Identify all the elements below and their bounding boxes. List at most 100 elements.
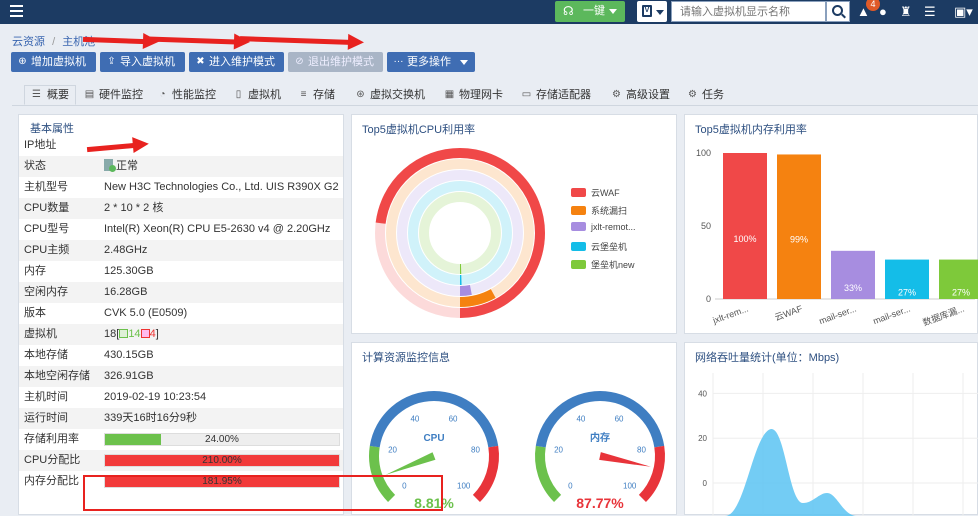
vm-icon: V xyxy=(642,5,652,17)
add-vm-button[interactable]: ⊕ 增加虚拟机 xyxy=(11,52,96,72)
x-tick-label: jxlt-rem... xyxy=(711,303,750,325)
gauge-tick-label: 60 xyxy=(449,415,458,424)
tab-storage-adapter[interactable]: ▭ 存储适配器 xyxy=(519,86,591,106)
property-row: 本地空闲存储 326.91GB xyxy=(19,366,343,387)
wrench-icon: ✖ xyxy=(196,56,205,67)
alert-count-badge: 4 xyxy=(866,0,880,11)
tab-label: 虚拟交换机 xyxy=(370,89,425,101)
tab-label: 高级设置 xyxy=(626,89,670,101)
tab-advanced[interactable]: ⚙ 高级设置 xyxy=(609,86,670,106)
gauge-tick-label: 60 xyxy=(615,415,624,424)
gauge-tick-label: 40 xyxy=(410,415,419,424)
menu-icon[interactable] xyxy=(10,5,23,17)
tab-nic[interactable]: ▦ 物理网卡 xyxy=(442,86,503,106)
plus-circle-icon: ⊕ xyxy=(18,56,27,67)
gauge-needle xyxy=(385,452,436,475)
property-row: 本地存储 430.15GB xyxy=(19,345,343,366)
y-tick-label: 40 xyxy=(698,389,707,398)
y-tick-label: 0 xyxy=(706,294,711,304)
property-row: CPU数量 2 * 10 * 2 核 xyxy=(19,198,343,219)
property-key: 主机型号 xyxy=(24,181,68,193)
property-key: 运行时间 xyxy=(24,412,68,424)
tab-label: 存储 xyxy=(313,89,335,101)
legend-item[interactable]: 云堡垒机 xyxy=(571,240,627,253)
shirt-icon[interactable]: ♜ xyxy=(900,4,912,19)
status-text: 正常 xyxy=(116,160,138,172)
property-key: 本地存储 xyxy=(24,349,68,361)
breadcrumb-root[interactable]: 云资源 xyxy=(12,36,45,48)
breadcrumb-separator: / xyxy=(52,36,56,48)
gauge-label: 内存 xyxy=(590,431,610,444)
tab-vswitch[interactable]: ⊛ 虚拟交换机 xyxy=(353,86,425,106)
tab-summary[interactable]: ☰ 概要 xyxy=(24,85,76,105)
more-actions-button[interactable]: ··· 更多操作 xyxy=(387,52,475,72)
property-key: 空闲内存 xyxy=(24,286,68,298)
legend-item[interactable]: 堡垒机new xyxy=(571,258,635,271)
property-value: Intel(R) Xeon(R) CPU E5-2630 v4 @ 2.20GH… xyxy=(104,223,331,235)
property-value: 125.30GB xyxy=(104,265,154,277)
x-tick-label: 云WAF xyxy=(773,303,804,322)
vm-search-input[interactable] xyxy=(671,1,826,22)
property-row: CPU主频 2.48GHz xyxy=(19,240,343,261)
annotation-arrow xyxy=(239,36,351,45)
legend-swatch xyxy=(571,206,586,215)
property-value: 16.28GB xyxy=(104,286,148,298)
property-key: 虚拟机 xyxy=(24,328,57,340)
property-key: IP地址 xyxy=(24,139,57,151)
property-row: 运行时间 339天16时16分9秒 xyxy=(19,408,343,429)
gauge-tick-label: 20 xyxy=(554,445,563,454)
ellipsis-icon: ··· xyxy=(393,56,404,67)
import-vm-button[interactable]: ⇪ 导入虚拟机 xyxy=(100,52,185,72)
adapter-icon: ▭ xyxy=(521,89,532,100)
tab-tasks[interactable]: ⚙ 任务 xyxy=(685,86,724,106)
legend-swatch xyxy=(571,242,586,251)
enter-maintenance-button[interactable]: ✖ 进入维护模式 xyxy=(189,52,284,72)
gauge-tick-label: 20 xyxy=(388,445,397,454)
list-icon[interactable]: ☰ xyxy=(924,4,936,19)
gauge-icon: ◔ xyxy=(159,89,166,100)
more-actions-label: 更多操作 xyxy=(407,56,451,68)
mem-top5-chart: 0 50 100 100% jxlt-rem... 99% 云WAF 33% mail-ser.… xyxy=(696,148,978,328)
tab-label: 虚拟机 xyxy=(248,89,281,101)
vm-count-value: 18[14 4] xyxy=(104,328,159,340)
legend-label: jxlt-remot... xyxy=(591,222,636,232)
database-icon: ≡ xyxy=(300,89,307,100)
legend-swatch xyxy=(571,222,586,231)
tab-performance[interactable]: ◔ 性能监控 xyxy=(155,86,216,106)
x-tick-label: 数据库漏... xyxy=(921,303,966,328)
bar-value-label: 33% xyxy=(844,283,862,293)
gauge-tick-label: 40 xyxy=(576,415,585,424)
gauge-tick-label: 80 xyxy=(637,445,646,454)
top-bar: ☊ 一键 V ▲ 4 ● ♜ ☰ ▣▾ xyxy=(0,0,978,24)
bulb-icon: ☊ xyxy=(563,4,574,18)
search-button[interactable] xyxy=(826,1,850,22)
property-row: 存储利用率 24.00% xyxy=(19,429,343,450)
gauge-tick-label: 0 xyxy=(568,482,573,491)
gauge-value: 87.77% xyxy=(576,495,624,511)
legend-item[interactable]: 系统漏扫 xyxy=(571,204,627,217)
x-tick-label: mail-ser... xyxy=(818,303,858,326)
property-row: 主机型号 New H3C Technologies Co., Ltd. UIS R… xyxy=(19,177,343,198)
property-key: CPU分配比 xyxy=(24,454,81,466)
one-click-button[interactable]: ☊ 一键 xyxy=(555,1,625,22)
user-icon[interactable]: ● xyxy=(879,4,887,19)
legend-item[interactable]: 云WAF xyxy=(571,186,620,199)
window-dropdown-icon[interactable]: ▣▾ xyxy=(954,4,973,19)
host-status-icon xyxy=(104,159,116,172)
tab-bar: ☰ 概要 ▤ 硬件监控 ◔ 性能监控 ▯ 虚拟机 ≡ 存储 ⊛ 虚拟交换机 ▦ 物理网卡 ▭ 存… xyxy=(12,84,978,106)
tab-vms[interactable]: ▯ 虚拟机 xyxy=(231,86,281,106)
tab-hardware[interactable]: ▤ 硬件监控 xyxy=(82,86,143,106)
tab-storage[interactable]: ≡ 存储 xyxy=(296,86,335,106)
vm-stopped-count: 4 xyxy=(149,328,156,340)
legend-item[interactable]: jxlt-remot... xyxy=(571,222,636,232)
vm-type-dropdown[interactable]: V xyxy=(637,1,667,22)
exit-maintenance-button[interactable]: ⊘ 退出维护模式 xyxy=(288,52,383,72)
bar-value-label: 99% xyxy=(790,235,808,245)
vm-running-count: 14 xyxy=(128,328,141,340)
property-key: CPU型号 xyxy=(24,223,70,235)
bar xyxy=(777,154,821,299)
property-value: 2 * 10 * 2 核 xyxy=(104,202,164,214)
add-vm-label: 增加虚拟机 xyxy=(31,56,86,68)
vm-icon: ▯ xyxy=(235,89,242,100)
tab-label: 存储适配器 xyxy=(536,89,591,101)
